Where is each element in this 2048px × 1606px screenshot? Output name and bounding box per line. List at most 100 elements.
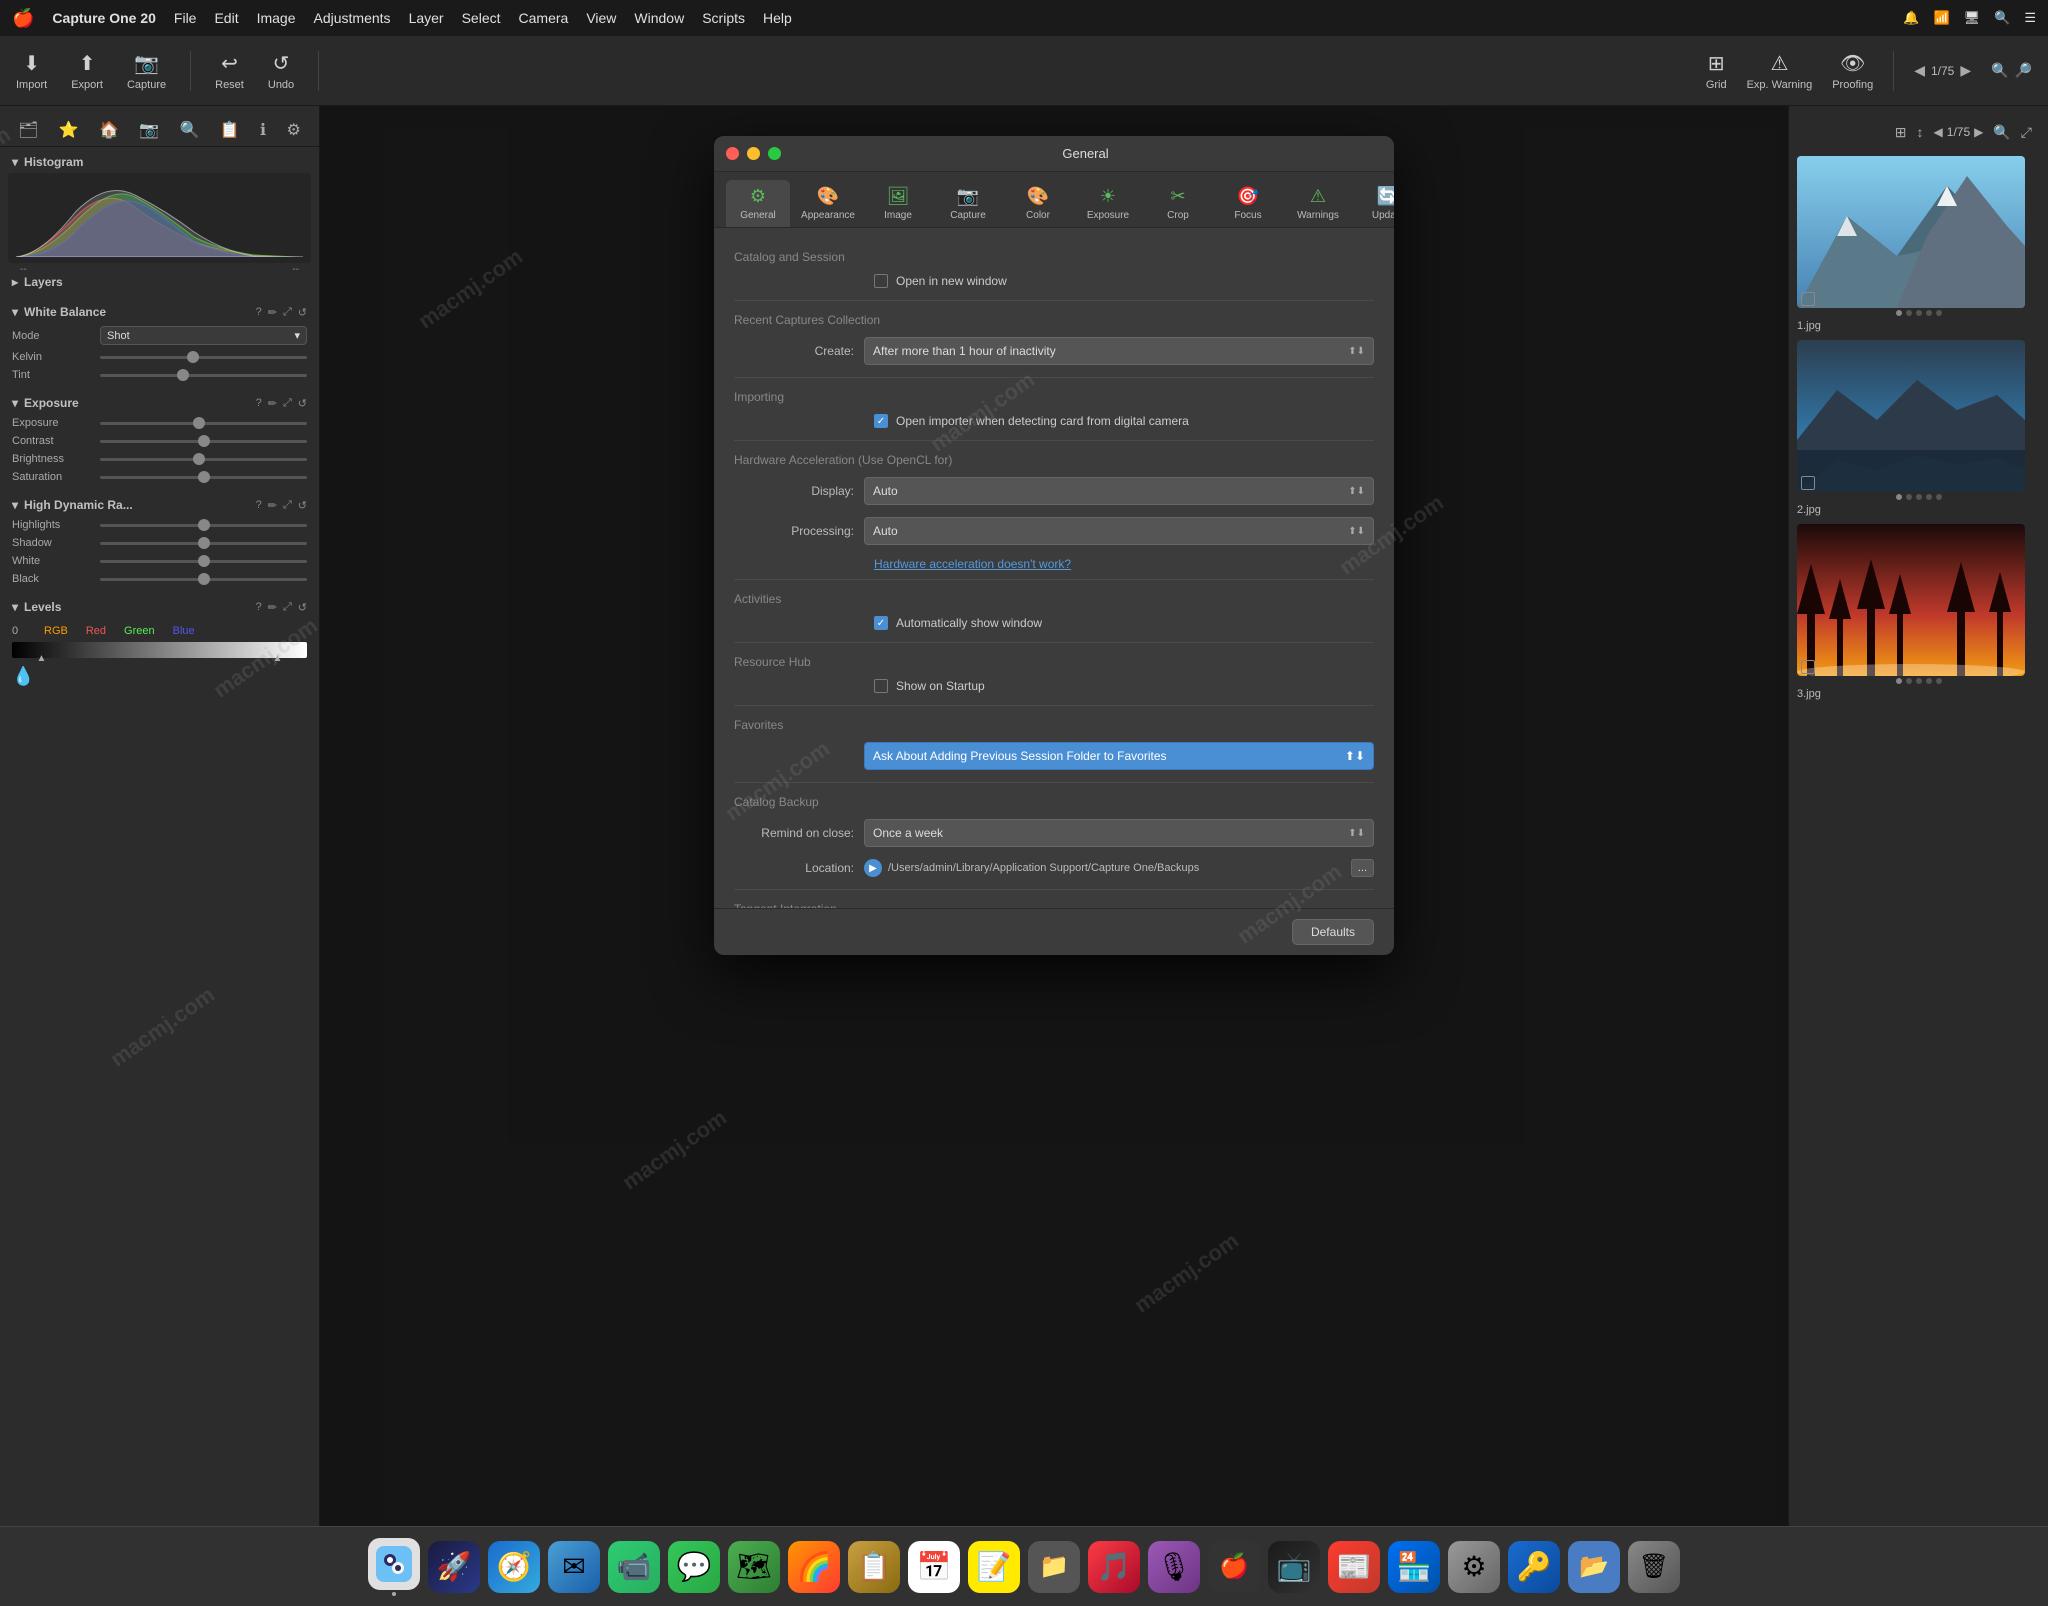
saturation-thumb[interactable] (198, 471, 210, 483)
scripts-menu[interactable]: Scripts (702, 10, 745, 26)
left-tool-settings[interactable]: ⚙ (286, 120, 300, 140)
left-tool-capture[interactable]: 📷 (139, 120, 159, 140)
dock-messages[interactable]: 💬 (668, 1541, 720, 1593)
levels-header[interactable]: ▾ Levels ? ✏ ⤢ ↺ (0, 596, 319, 618)
browse-button[interactable]: ... (1351, 859, 1374, 877)
zoom-in-icon[interactable]: 🔎 (2015, 62, 2032, 79)
tint-track[interactable] (100, 374, 307, 377)
wb-mode-select[interactable]: Shot ▾ (100, 326, 307, 345)
black-track[interactable] (100, 578, 307, 581)
fullscreen-icon[interactable]: ⤢ (2021, 124, 2032, 141)
proofing-button[interactable]: 👁 Proofing (1832, 51, 1873, 91)
dock-tv[interactable]: 📺 (1268, 1541, 1320, 1593)
zoom-right-icon[interactable]: 🔍 (1993, 124, 2010, 141)
view-toggle-icon[interactable]: ⊞ (1895, 124, 1907, 141)
levels-eyedropper[interactable]: 💧 (12, 662, 307, 691)
wb-expand-icon[interactable]: ⤢ (283, 306, 292, 319)
dock-preferences[interactable]: ⚙ (1448, 1541, 1500, 1593)
dock-trash[interactable]: 🗑 (1628, 1541, 1680, 1593)
counter-left-icon[interactable]: ◀ (1934, 125, 1943, 139)
sort-icon[interactable]: ↕ (1917, 124, 1924, 140)
import-button[interactable]: ⬇ Import (16, 51, 47, 91)
maximize-button[interactable] (768, 147, 781, 160)
thumb-checkbox-1[interactable] (1801, 292, 1815, 306)
dock-music[interactable]: 🎵 (1088, 1541, 1140, 1593)
tab-exposure[interactable]: ☀ Exposure (1076, 180, 1140, 227)
hdr-edit-icon[interactable]: ✏ (268, 499, 277, 512)
highlights-thumb[interactable] (198, 519, 210, 531)
dock-appstore[interactable]: 🏪 (1388, 1541, 1440, 1593)
green-channel-button[interactable]: Green (118, 624, 161, 638)
kelvin-thumb[interactable] (187, 351, 199, 363)
display-icon[interactable]: 🖥 (1964, 10, 1981, 26)
exp-help-icon[interactable]: ? (256, 397, 262, 410)
auto-show-checkbox[interactable] (874, 616, 888, 630)
select-menu[interactable]: Select (462, 10, 501, 26)
create-select[interactable]: After more than 1 hour of inactivity ⬆⬇ (864, 337, 1374, 365)
hdr-help-icon[interactable]: ? (256, 499, 262, 512)
tab-appearance[interactable]: 🎨 Appearance (796, 180, 860, 227)
display-select[interactable]: Auto ⬆⬇ (864, 477, 1374, 505)
hdr-expand-icon[interactable]: ⤢ (283, 499, 292, 512)
minimize-button[interactable] (747, 147, 760, 160)
red-channel-button[interactable]: Red (80, 624, 112, 638)
exposure-header[interactable]: ▾ Exposure ? ✏ ⤢ ↺ (0, 392, 319, 414)
file-menu[interactable]: File (174, 10, 197, 26)
tint-thumb[interactable] (177, 369, 189, 381)
left-tool-info[interactable]: ℹ (260, 120, 266, 140)
window-menu[interactable]: Window (634, 10, 684, 26)
remind-select[interactable]: Once a week ⬆⬇ (864, 819, 1374, 847)
dock-stickies[interactable]: 📋 (848, 1541, 900, 1593)
open-importer-checkbox[interactable] (874, 414, 888, 428)
levels-left-pointer[interactable]: ▲ (37, 653, 47, 664)
view-menu[interactable]: View (586, 10, 616, 26)
dock-photos[interactable]: 🌈 (788, 1541, 840, 1593)
dock-calendar[interactable]: 📅 (908, 1541, 960, 1593)
left-tool-current[interactable]: ⭐ (59, 120, 79, 140)
rgb-channel-button[interactable]: RGB (38, 624, 74, 638)
tab-crop[interactable]: ✂ Crop (1146, 180, 1210, 227)
hdr-header[interactable]: ▾ High Dynamic Ra... ? ✏ ⤢ ↺ (0, 494, 319, 516)
shadow-track[interactable] (100, 542, 307, 545)
left-tool-catalog[interactable]: 🗂 (18, 120, 38, 140)
levels-reset-icon[interactable]: ↺ (298, 601, 307, 614)
exp-expand-icon[interactable]: ⤢ (283, 397, 292, 410)
tab-focus[interactable]: 🎯 Focus (1216, 180, 1280, 227)
show-startup-checkbox[interactable] (874, 679, 888, 693)
apple-menu[interactable]: 🍎 (12, 8, 34, 29)
open-new-window-checkbox[interactable] (874, 274, 888, 288)
blue-channel-button[interactable]: Blue (167, 624, 201, 638)
thumb-checkbox-2[interactable] (1801, 476, 1815, 490)
processing-select[interactable]: Auto ⬆⬇ (864, 517, 1374, 545)
exp-reset-icon[interactable]: ↺ (298, 397, 307, 410)
saturation-track[interactable] (100, 476, 307, 479)
left-tool-search[interactable]: 🔍 (180, 120, 200, 140)
grid-button[interactable]: ⊞ Grid (1706, 51, 1727, 91)
exposure-thumb[interactable] (193, 417, 205, 429)
wifi-icon[interactable]: 📶 (1933, 10, 1949, 26)
levels-edit-icon[interactable]: ✏ (268, 601, 277, 614)
reset-button[interactable]: ↩ Reset (215, 51, 244, 91)
dock-podcasts[interactable]: 🎙 (1148, 1541, 1200, 1593)
thumbnail-3[interactable]: 3.jpg (1797, 524, 2040, 702)
thumb-checkbox-3[interactable] (1801, 660, 1815, 674)
zoom-out-icon[interactable]: 🔍 (1991, 62, 2008, 79)
notification-icon[interactable]: 🔔 (1903, 10, 1919, 26)
brightness-track[interactable] (100, 458, 307, 461)
black-thumb[interactable] (198, 573, 210, 585)
thumbnail-2[interactable]: 2.jpg (1797, 340, 2040, 518)
contrast-thumb[interactable] (198, 435, 210, 447)
levels-expand-icon[interactable]: ⤢ (283, 601, 292, 614)
adjustments-menu[interactable]: Adjustments (314, 10, 391, 26)
left-tool-image[interactable]: 🏠 (99, 120, 119, 140)
highlights-track[interactable] (100, 524, 307, 527)
wb-help-icon[interactable]: ? (256, 306, 262, 319)
dock-maps[interactable]: 🗺 (728, 1541, 780, 1593)
white-thumb[interactable] (198, 555, 210, 567)
counter-right-icon[interactable]: ▶ (1974, 125, 1983, 139)
tab-image[interactable]: 🖼 Image (866, 180, 930, 227)
dock-facetime[interactable]: 📹 (608, 1541, 660, 1593)
dock-notes[interactable]: 📝 (968, 1541, 1020, 1593)
dock-apple[interactable]: 🍎 (1208, 1541, 1260, 1593)
counter-next-icon[interactable]: ▶ (1960, 62, 1971, 79)
